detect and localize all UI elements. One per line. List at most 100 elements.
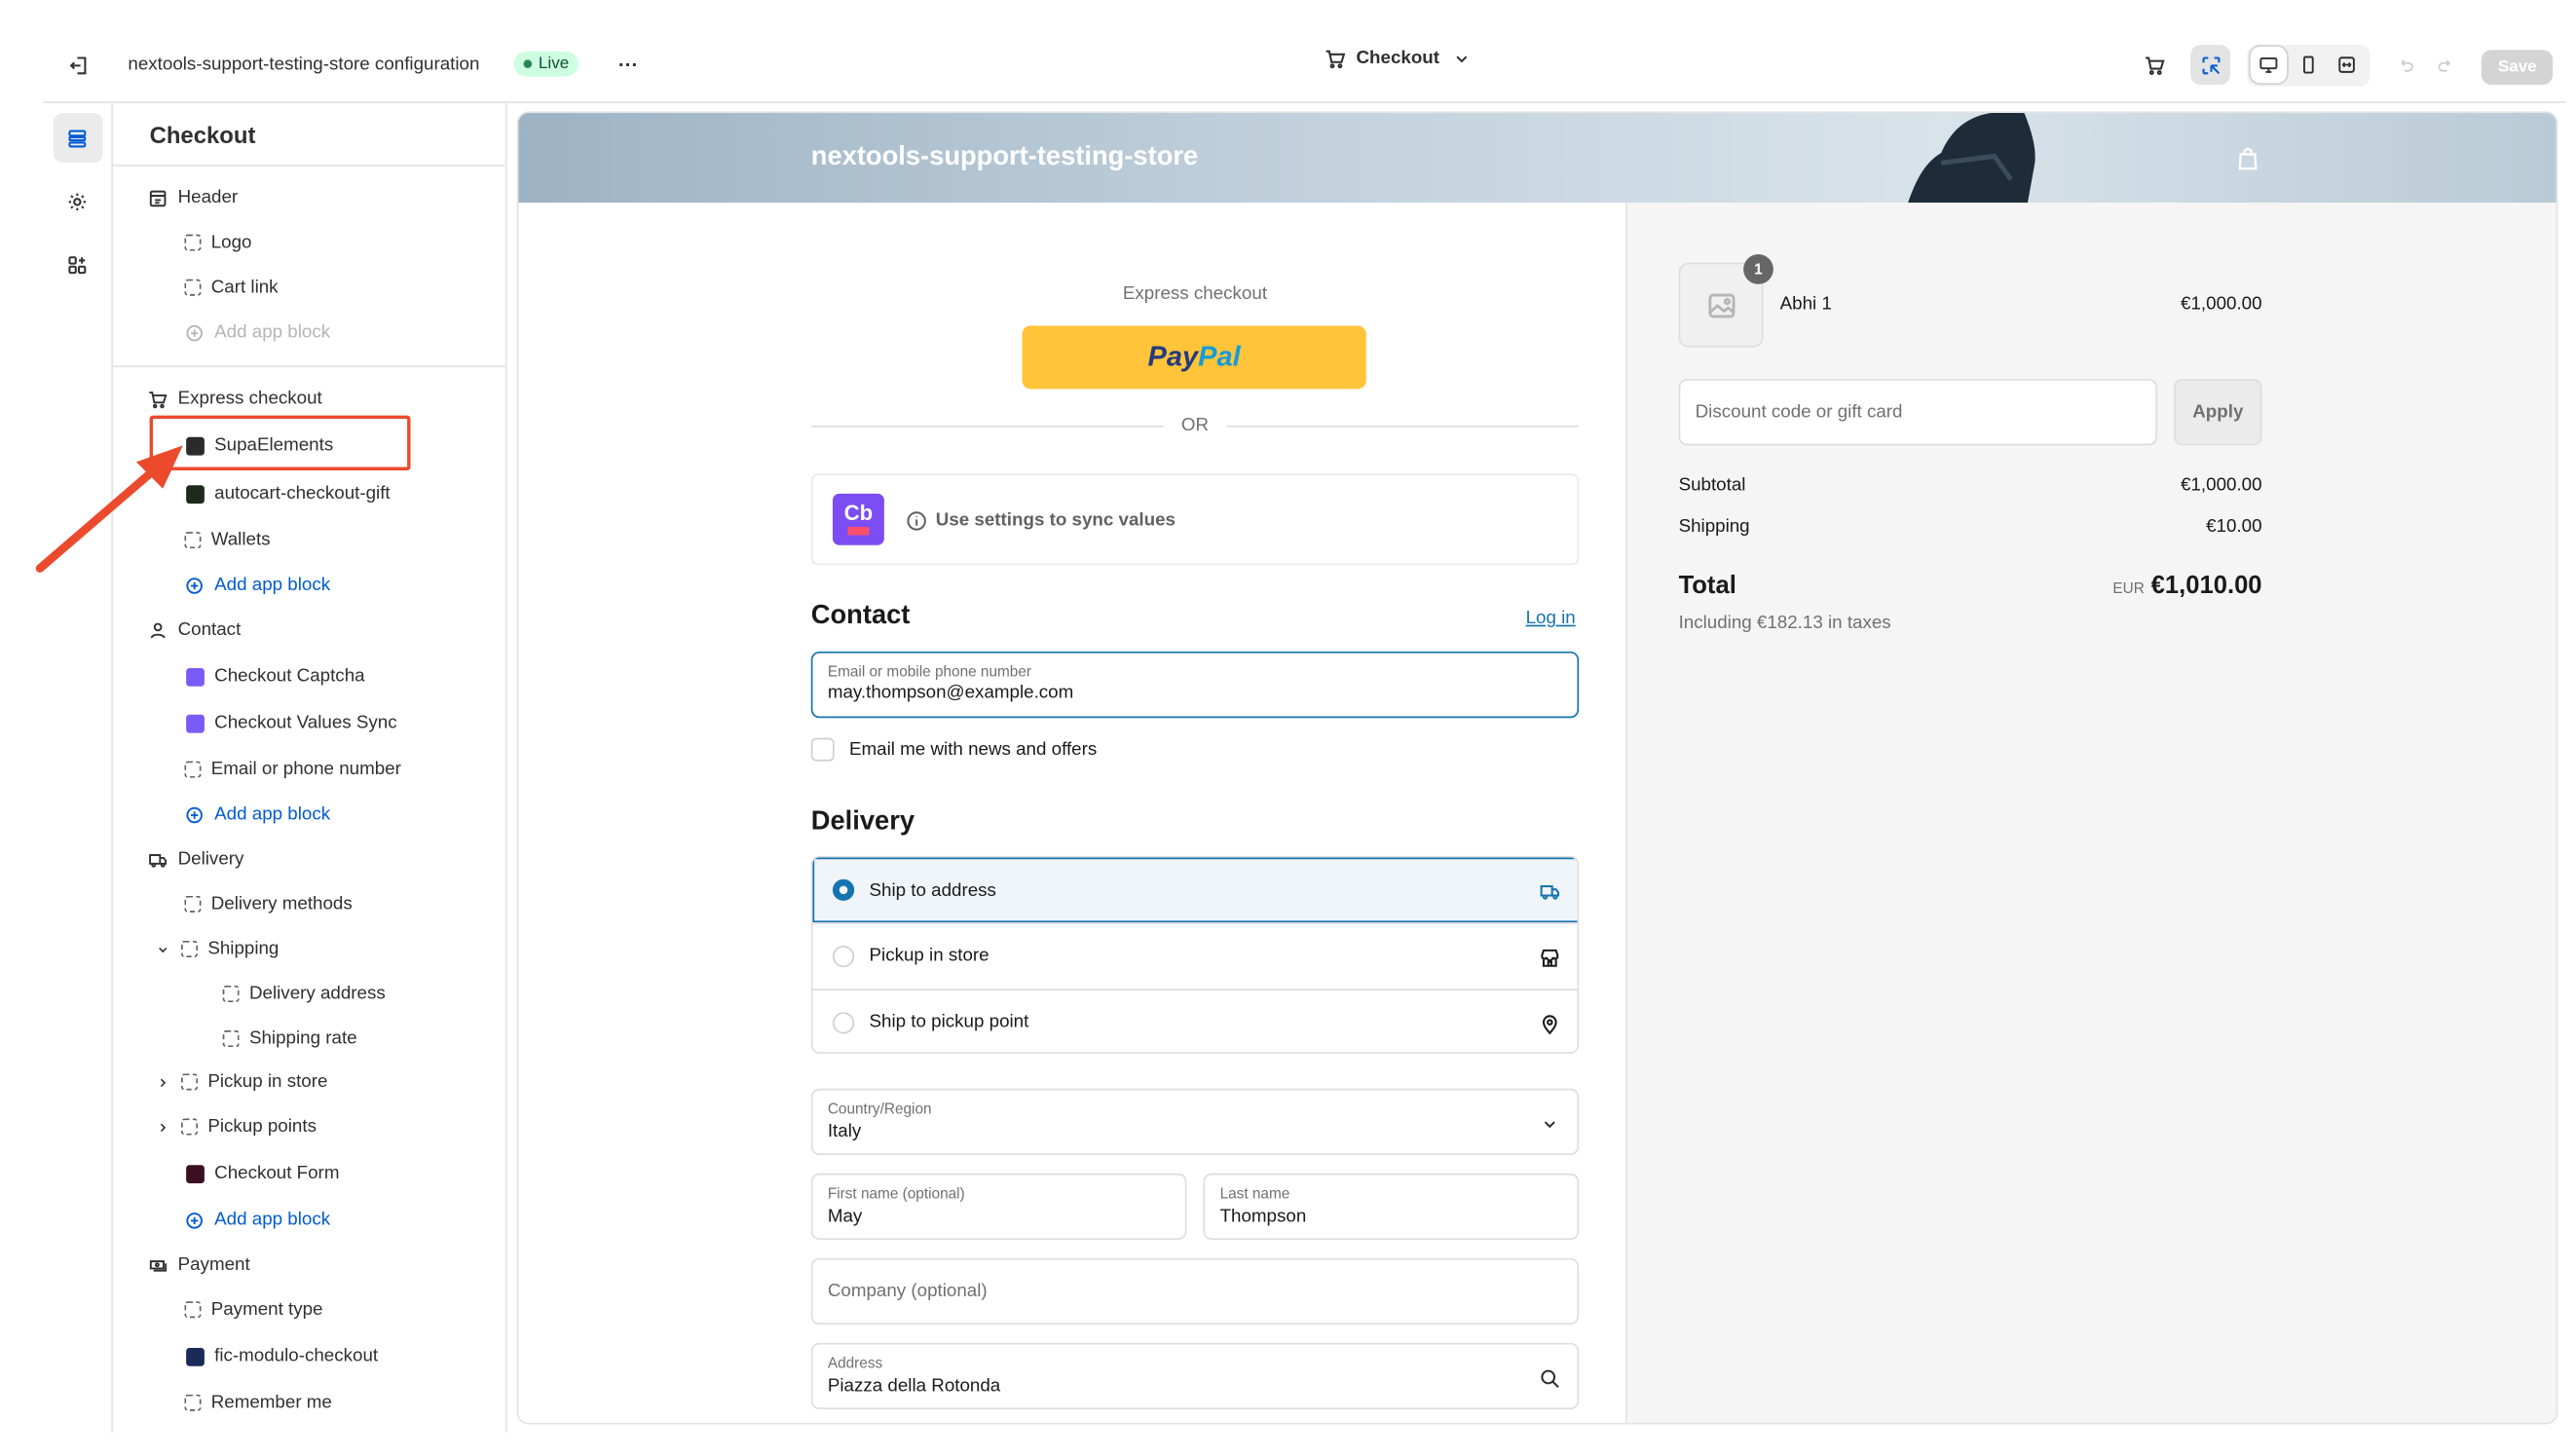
tree-add-app-block-express[interactable]: Add app block <box>184 575 330 595</box>
desktop-view-icon[interactable] <box>2250 46 2288 84</box>
block-placeholder-icon <box>184 895 202 913</box>
cart-preview-icon[interactable] <box>2134 45 2174 85</box>
more-actions-button[interactable]: ··· <box>609 45 649 85</box>
shopping-bag-icon[interactable] <box>2234 144 2260 170</box>
radio-selected[interactable] <box>832 878 855 901</box>
delivery-option-pickup[interactable]: Pickup in store <box>812 922 1578 988</box>
search-icon[interactable] <box>1538 1366 1561 1390</box>
block-placeholder-icon <box>222 1030 240 1048</box>
chevron-right-icon[interactable] <box>155 1072 171 1092</box>
save-button[interactable]: Save <box>2481 50 2554 86</box>
exit-icon[interactable] <box>58 45 98 85</box>
page-selector[interactable]: Checkout <box>1323 47 1473 70</box>
login-link[interactable]: Log in <box>1526 609 1576 628</box>
quantity-badge: 1 <box>1743 254 1773 284</box>
contact-heading: Contact <box>810 601 911 630</box>
chevron-right-icon[interactable] <box>155 1117 171 1137</box>
tree-supaelements[interactable]: SupaElements <box>186 435 333 456</box>
tree-pickup-in-store[interactable]: Pickup in store <box>155 1072 327 1092</box>
delivery-option-ship[interactable]: Ship to address <box>812 857 1578 923</box>
total-label: Total <box>1678 572 1736 601</box>
chevron-down-icon[interactable] <box>155 939 171 958</box>
checkout-preview: nextools-support-testing-store Express c… <box>518 113 2557 1423</box>
values-sync-block: Cb Use settings to sync values <box>810 473 1580 566</box>
tree-pickup-points[interactable]: Pickup points <box>155 1117 317 1137</box>
banner-photo-figure <box>1908 113 2035 204</box>
country-select[interactable]: Country/Region Italy <box>810 1088 1580 1156</box>
cash-icon <box>148 1254 168 1274</box>
fullscreen-view-icon[interactable] <box>2329 47 2366 84</box>
block-placeholder-icon <box>184 1301 202 1319</box>
tree-shipping[interactable]: Shipping <box>155 939 279 959</box>
plus-circle-icon <box>184 1210 204 1229</box>
person-icon <box>148 620 168 640</box>
tree-autocart[interactable]: autocart-checkout-gift <box>186 484 391 504</box>
newsletter-checkbox[interactable] <box>810 737 835 762</box>
total-value: €1,010.00 <box>2150 572 2262 601</box>
sections-icon[interactable] <box>52 113 102 164</box>
apply-button[interactable]: Apply <box>2174 379 2262 446</box>
truck-icon <box>148 849 168 869</box>
block-placeholder-icon <box>181 940 199 957</box>
block-placeholder-icon <box>222 985 240 1003</box>
tree-cart-link[interactable]: Cart link <box>184 278 279 297</box>
radio-unselected[interactable] <box>832 1011 855 1033</box>
tree-checkout-values-sync[interactable]: Checkout Values Sync <box>186 713 397 733</box>
cart-icon <box>1323 47 1346 70</box>
sidebar-title: Checkout <box>113 103 505 167</box>
tree-delivery-address[interactable]: Delivery address <box>222 984 386 1004</box>
plus-circle-icon <box>184 322 204 342</box>
settings-gear-icon[interactable] <box>53 176 102 226</box>
apps-icon[interactable] <box>53 240 102 289</box>
tree-add-app-block-contact[interactable]: Add app block <box>184 804 330 824</box>
radio-unselected[interactable] <box>832 945 855 967</box>
tree-checkout-captcha[interactable]: Checkout Captcha <box>186 666 365 687</box>
cart-icon <box>148 389 168 408</box>
tree-delivery-methods[interactable]: Delivery methods <box>184 894 353 915</box>
address-field[interactable]: Address Piazza della Rotonda <box>810 1342 1580 1410</box>
delivery-heading: Delivery <box>810 807 915 837</box>
or-divider-left <box>810 425 1164 428</box>
plus-circle-icon <box>184 804 204 824</box>
tree-payment[interactable]: Payment <box>148 1254 250 1275</box>
redo-icon[interactable] <box>2425 45 2465 85</box>
tree-contact[interactable]: Contact <box>148 620 241 640</box>
first-name-field[interactable]: First name (optional) May <box>810 1173 1187 1241</box>
tree-remember-me[interactable]: Remember me <box>184 1393 332 1413</box>
chevron-down-icon <box>1449 47 1473 70</box>
tree-add-app-block-delivery[interactable]: Add app block <box>184 1210 330 1230</box>
tree-add-app-block-header[interactable]: Add app block <box>184 322 330 343</box>
product-price: €1,000.00 <box>2181 294 2262 315</box>
section-divider <box>113 365 505 368</box>
block-placeholder-icon <box>184 761 202 778</box>
last-name-field[interactable]: Last name Thompson <box>1203 1173 1580 1241</box>
or-divider-right <box>1226 425 1580 428</box>
tree-wallets[interactable]: Wallets <box>184 530 271 550</box>
discount-input[interactable]: Discount code or gift card <box>1678 379 2158 446</box>
checkout-form-app-icon <box>186 1164 205 1183</box>
express-checkout-label: Express checkout <box>1122 283 1268 305</box>
block-placeholder-icon <box>184 279 202 296</box>
paypal-button[interactable]: Pay Pal <box>1022 325 1366 390</box>
block-placeholder-icon <box>184 1394 202 1411</box>
tree-payment-type[interactable]: Payment type <box>184 1299 323 1320</box>
tree-shipping-rate[interactable]: Shipping rate <box>222 1028 357 1049</box>
tree-fic-modulo-checkout[interactable]: fic-modulo-checkout <box>186 1346 378 1366</box>
delivery-option-pickup-point[interactable]: Ship to pickup point <box>812 989 1578 1052</box>
newsletter-checkbox-row[interactable]: Email me with news and offers <box>810 737 1097 762</box>
delivery-options: Ship to address Pickup in store Ship to … <box>810 855 1580 1054</box>
store-icon <box>1538 946 1561 969</box>
tree-delivery[interactable]: Delivery <box>148 849 243 869</box>
undo-icon[interactable] <box>2385 45 2425 85</box>
tree-express-checkout[interactable]: Express checkout <box>148 389 322 409</box>
tree-logo[interactable]: Logo <box>184 233 252 252</box>
tree-email-or-phone[interactable]: Email or phone number <box>184 760 401 779</box>
mobile-view-icon[interactable] <box>2291 47 2328 84</box>
captcha-app-icon <box>186 667 205 686</box>
inspector-icon[interactable] <box>2190 45 2231 86</box>
tree-checkout-form[interactable]: Checkout Form <box>186 1164 339 1183</box>
email-field[interactable]: Email or mobile phone number may.thompso… <box>810 651 1580 719</box>
icon-rail <box>43 102 114 1434</box>
tree-header[interactable]: Header <box>148 188 238 207</box>
company-field[interactable]: Company (optional) <box>810 1257 1580 1325</box>
